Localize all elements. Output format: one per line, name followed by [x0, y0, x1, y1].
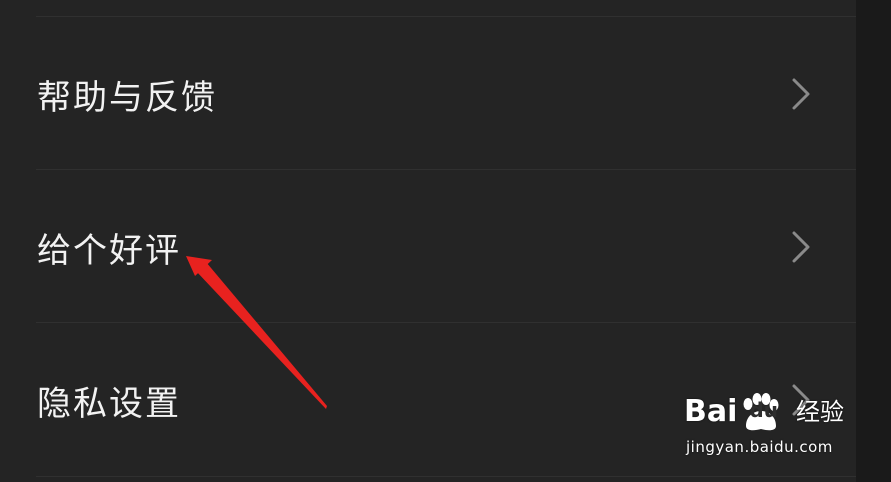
chevron-right-icon [786, 228, 816, 266]
watermark-url: jingyan.baidu.com [686, 438, 833, 456]
watermark-brand-left: Bai [684, 394, 738, 429]
baidu-jingyan-watermark: Bai du 经验 jingyan.baidu.com [684, 384, 864, 464]
chevron-right-icon [786, 75, 816, 113]
divider [36, 16, 856, 17]
divider [36, 169, 856, 170]
menu-item-rate-app[interactable]: 给个好评 [0, 171, 856, 323]
watermark-logo: Bai du 经验 [684, 392, 844, 432]
watermark-brand-right: du [749, 398, 778, 422]
screen: 帮助与反馈 给个好评 隐私设置 Bai du 经验 jingyan.baidu.… [0, 0, 891, 482]
divider [36, 476, 856, 477]
menu-item-label: 给个好评 [37, 230, 181, 271]
menu-item-label: 帮助与反馈 [37, 77, 217, 118]
menu-item-help-feedback[interactable]: 帮助与反馈 [0, 18, 856, 170]
watermark-brand-suffix: 经验 [795, 398, 844, 426]
menu-item-label: 隐私设置 [37, 383, 181, 424]
divider [36, 322, 856, 323]
